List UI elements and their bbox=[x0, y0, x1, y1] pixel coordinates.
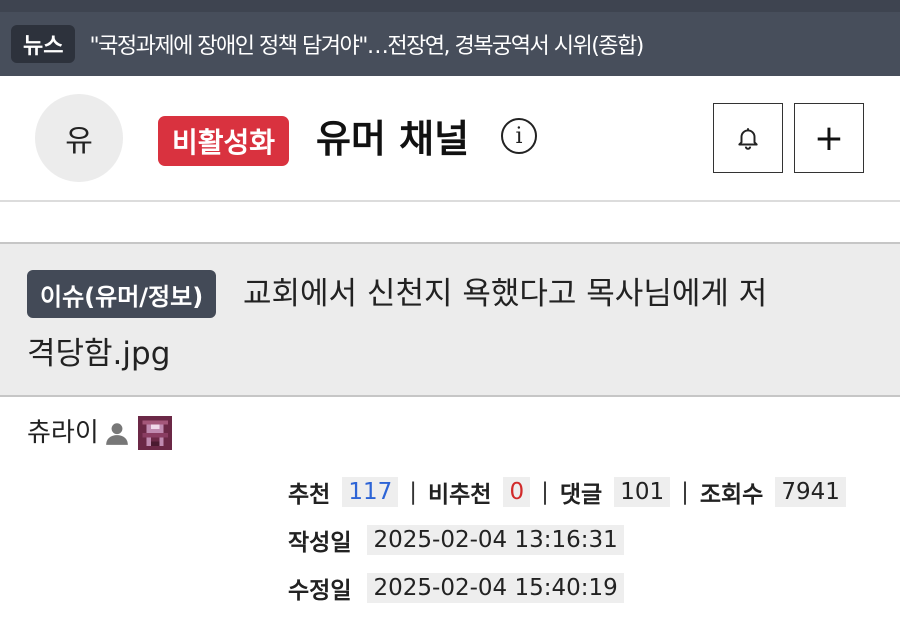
bell-icon bbox=[738, 128, 758, 150]
author-name[interactable]: 츄라이 bbox=[27, 413, 99, 453]
created-label: 작성일 bbox=[288, 530, 352, 556]
created-date: 2025-02-04 13:16:31 bbox=[367, 525, 624, 555]
modified-label: 수정일 bbox=[288, 578, 352, 604]
post-title-line2: 격당함.jpg bbox=[27, 336, 171, 372]
channel-header: 유 비활성화 유머 채널 i + bbox=[0, 76, 900, 200]
post-title-area: 이슈(유머/정보) 교회에서 신천지 욕했다고 목사님에게 저 격당함.jpg bbox=[0, 242, 900, 397]
info-icon[interactable]: i bbox=[501, 118, 537, 154]
news-tag: 뉴스 bbox=[11, 25, 76, 63]
channel-avatar[interactable]: 유 bbox=[35, 94, 123, 182]
divider bbox=[0, 200, 900, 202]
post-stats: 추천 117 | 비추천 0 | 댓글 101 | 조회수 7941 bbox=[288, 472, 846, 512]
news-headline[interactable]: "국정과제에 장애인 정책 담겨야"…전장연, 경복궁역서 시위(종합) bbox=[89, 28, 644, 60]
add-button[interactable]: + bbox=[794, 103, 864, 173]
channel-name[interactable]: 유머 채널 bbox=[316, 112, 469, 166]
author-pixel-avatar bbox=[137, 416, 172, 450]
stat-separator: | bbox=[681, 479, 689, 505]
created-date-row: 작성일 2025-02-04 13:16:31 bbox=[288, 520, 624, 560]
author-info[interactable]: 츄라이 bbox=[27, 413, 172, 453]
not-recommend-label: 비추천 bbox=[427, 482, 492, 508]
not-recommend-count: 0 bbox=[503, 477, 531, 507]
comments-label: 댓글 bbox=[559, 482, 603, 508]
recommend-count: 117 bbox=[342, 477, 399, 507]
user-icon bbox=[102, 418, 132, 448]
category-badge[interactable]: 이슈(유머/정보) bbox=[27, 270, 217, 318]
modified-date-row: 수정일 2025-02-04 15:40:19 bbox=[288, 568, 624, 608]
status-badge: 비활성화 bbox=[158, 116, 290, 166]
news-ticker[interactable]: 뉴스 "국정과제에 장애인 정책 담겨야"…전장연, 경복궁역서 시위(종합) bbox=[0, 12, 900, 76]
post-title-line1: 교회에서 신천지 욕했다고 목사님에게 저 bbox=[243, 276, 768, 312]
modified-date: 2025-02-04 15:40:19 bbox=[367, 573, 624, 603]
stat-separator: | bbox=[409, 479, 417, 505]
views-count: 7941 bbox=[775, 477, 846, 507]
stat-separator: | bbox=[541, 479, 549, 505]
recommend-label: 추천 bbox=[288, 482, 331, 508]
status-strip bbox=[0, 0, 900, 12]
notification-button[interactable] bbox=[713, 103, 783, 173]
views-label: 조회수 bbox=[699, 482, 764, 508]
comments-count[interactable]: 101 bbox=[614, 477, 671, 507]
